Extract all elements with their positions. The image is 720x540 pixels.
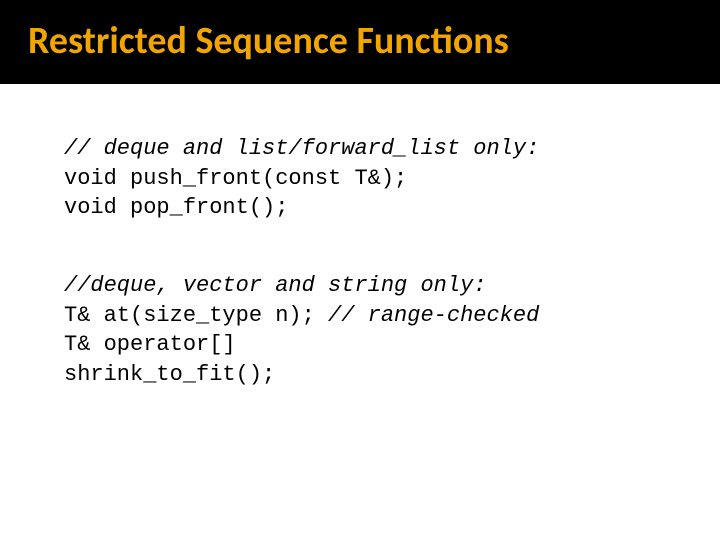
code-line: void push_front(const T&); [64, 166, 407, 191]
code-line: T& operator[] [64, 332, 236, 357]
code-line: void pop_front(); [64, 195, 288, 220]
code-comment: // deque and list/forward_list only: [64, 136, 539, 161]
slide-title: Restricted Sequence Functions [28, 18, 509, 64]
code-block-2: //deque, vector and string only: T& at(s… [64, 271, 720, 390]
code-line: shrink_to_fit(); [64, 362, 275, 387]
title-bar: Restricted Sequence Functions [0, 0, 720, 84]
code-comment: //deque, vector and string only: [64, 273, 486, 298]
code-comment-inline: // range-checked [328, 303, 539, 328]
code-block-1: // deque and list/forward_list only: voi… [64, 134, 720, 223]
slide: Restricted Sequence Functions // deque a… [0, 0, 720, 540]
slide-content: // deque and list/forward_list only: voi… [0, 84, 720, 390]
code-line: T& at(size_type n); [64, 303, 328, 328]
